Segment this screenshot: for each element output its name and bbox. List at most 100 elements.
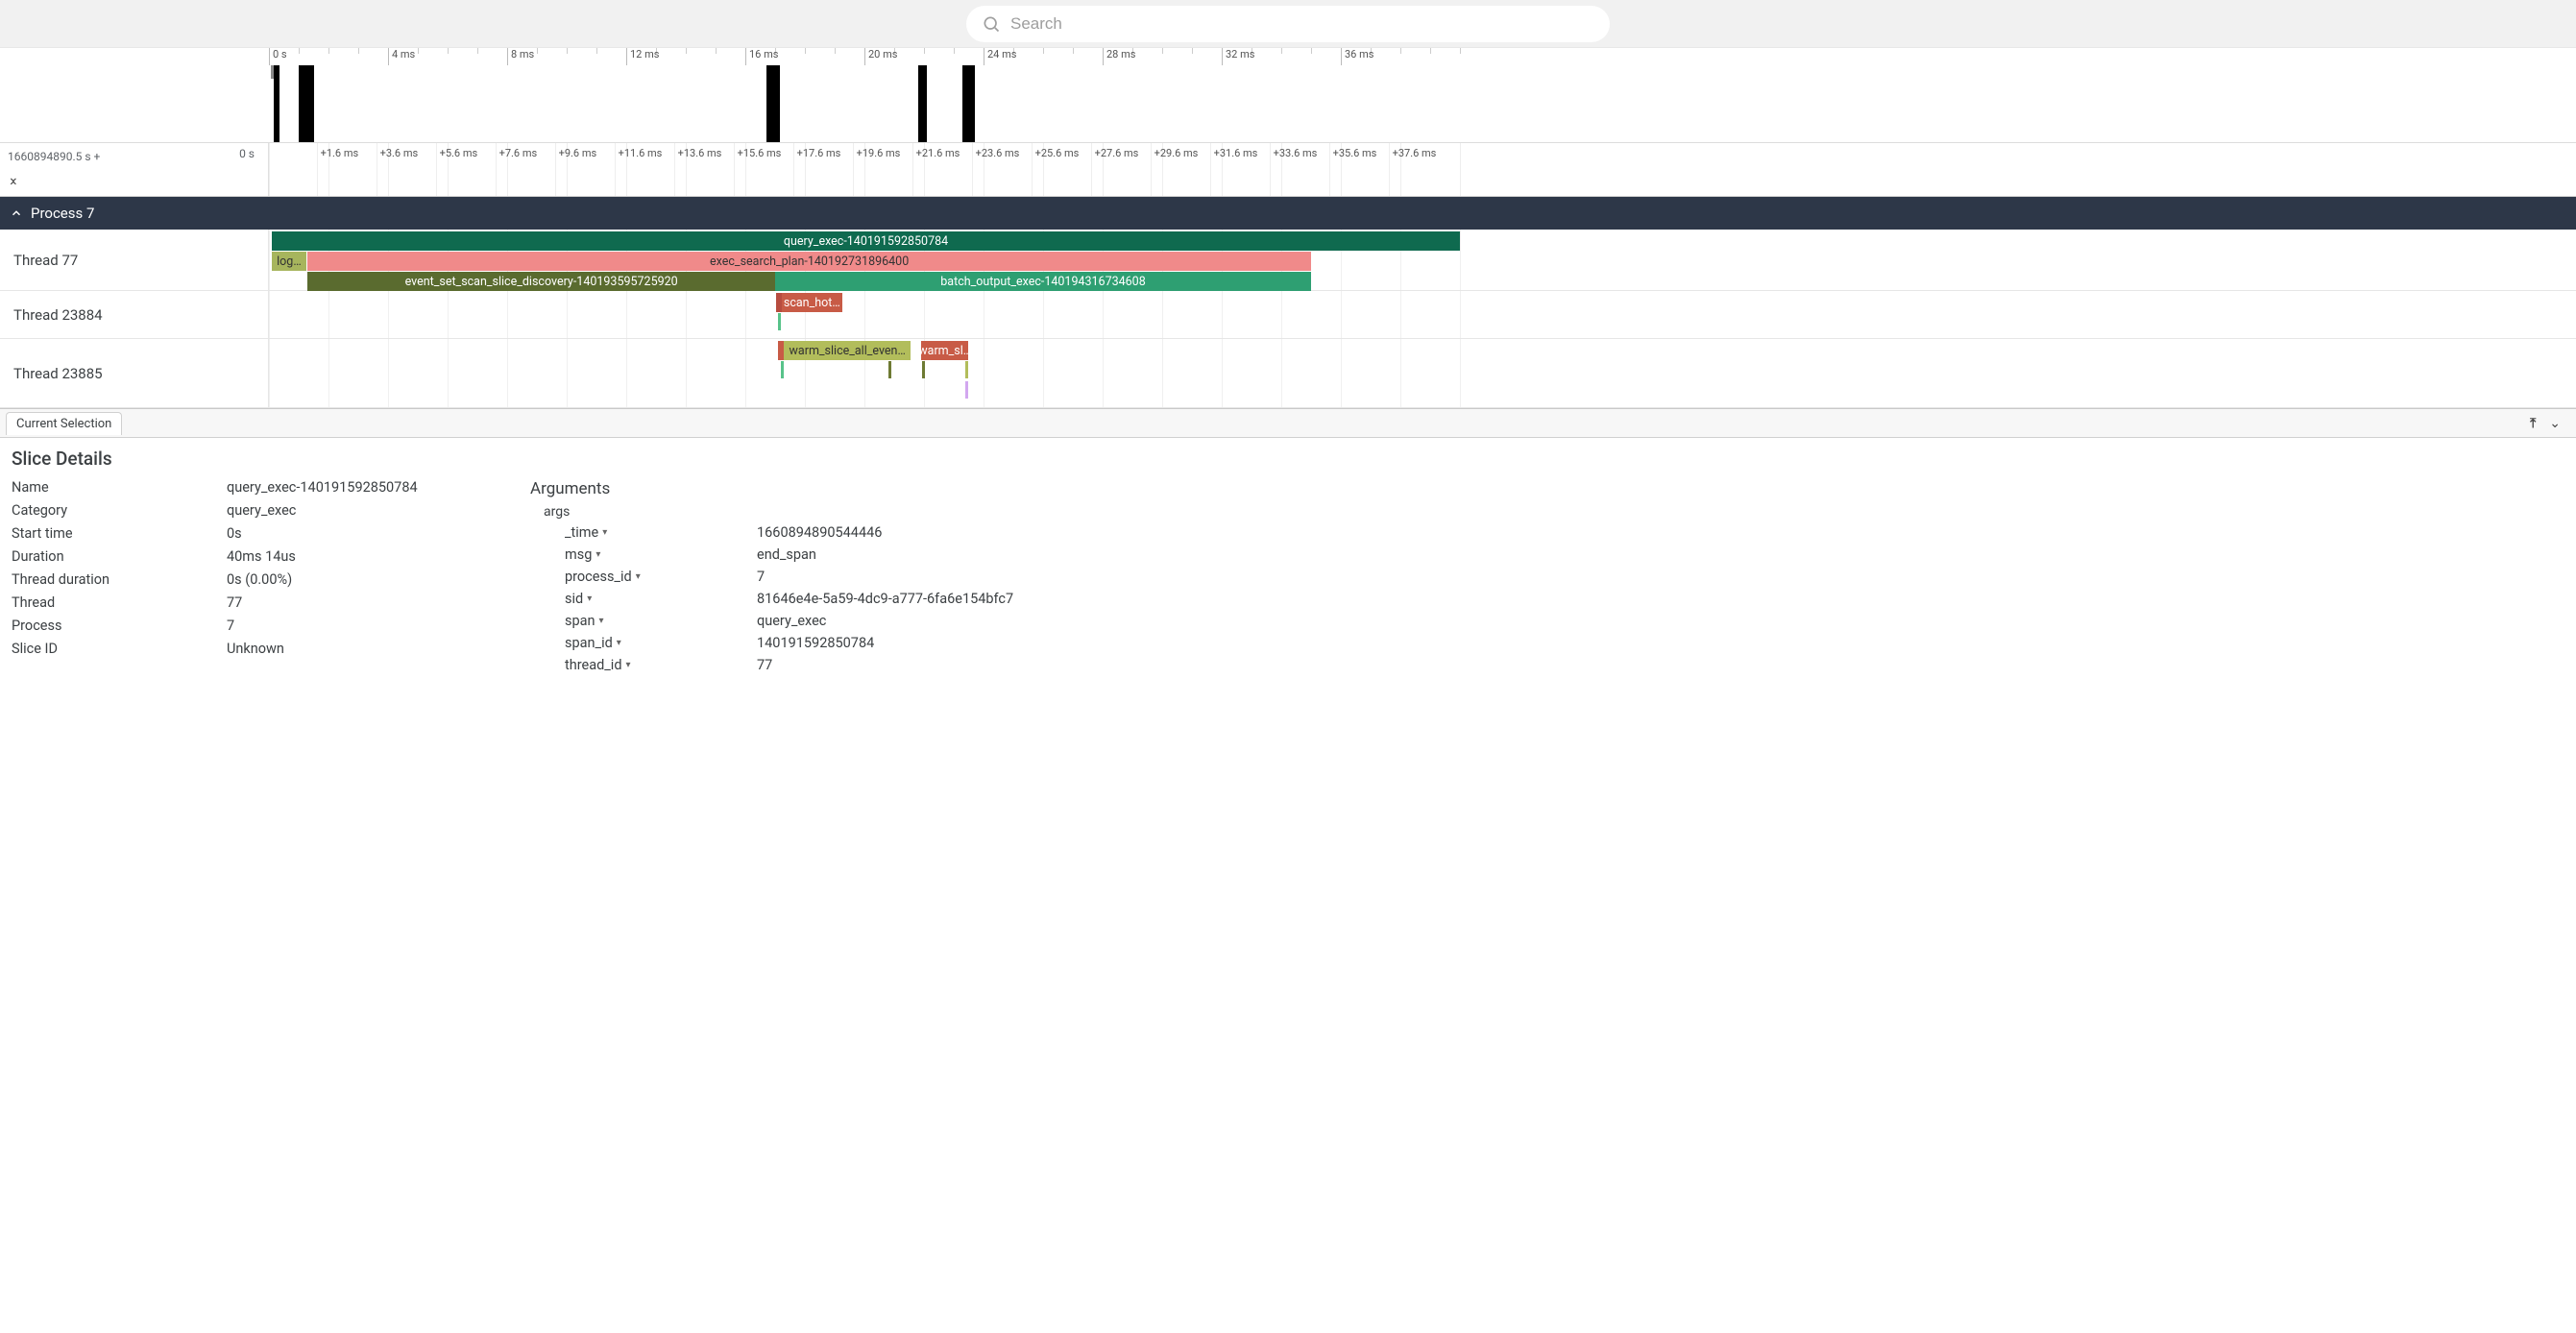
trace-slice[interactable]: log… <box>272 252 306 271</box>
process-header[interactable]: Process 7 <box>0 197 2576 230</box>
fine-tick-label: +5.6 ms <box>440 147 478 159</box>
thread-label[interactable]: Thread 23884 <box>0 291 269 338</box>
thread-row: Thread 23885 warm_slice_all_even… warm_sl… <box>0 339 2576 408</box>
arg-value[interactable]: 140191592850784 <box>757 635 1049 651</box>
chevron-down-icon[interactable]: ⌄ <box>2549 416 2561 431</box>
arg-value[interactable]: 1660894890544446 <box>757 524 1049 541</box>
arg-key[interactable]: msg▾ <box>565 546 757 563</box>
caret-down-icon[interactable]: ▾ <box>617 638 621 648</box>
minimap-block <box>299 65 314 142</box>
fine-ruler[interactable]: 1660894890.5 s + 0 s ⌄ ⌃ +1.6 ms+3.6 ms+… <box>0 143 2576 197</box>
chevron-up-icon[interactable]: ⌃ <box>8 182 260 192</box>
arg-key[interactable]: _time▾ <box>565 524 757 541</box>
chevron-down-icon[interactable]: ⌄ <box>8 173 260 182</box>
arg-value[interactable]: 81646e4e-5a59-4dc9-a777-6fa6e154bfc7 <box>757 591 1049 607</box>
ruler-tick: 8 ms <box>507 48 534 65</box>
detail-key: Category <box>12 502 204 519</box>
trace-slice[interactable]: batch_output_exec-140194316734608 <box>775 272 1311 291</box>
thread-row: Thread 77query_exec-140191592850784log…e… <box>0 230 2576 291</box>
trace-marker[interactable] <box>965 381 968 399</box>
detail-value[interactable]: 40ms 14us <box>227 548 492 565</box>
arg-value[interactable]: 7 <box>757 569 1049 585</box>
fine-tick-label: +11.6 ms <box>619 147 663 159</box>
detail-key: Start time <box>12 525 204 542</box>
caret-down-icon[interactable]: ▾ <box>602 527 607 538</box>
trace-slice[interactable] <box>778 341 784 360</box>
fine-tick-label: +35.6 ms <box>1333 147 1377 159</box>
minimap[interactable] <box>0 65 2576 142</box>
detail-value[interactable]: query_exec-140191592850784 <box>227 479 492 496</box>
detail-key: Name <box>12 479 204 496</box>
ruler-tick: 20 ms <box>864 48 897 65</box>
thread-canvas[interactable]: warm_slice_all_even… warm_sl… <box>269 339 2576 407</box>
fine-tick-label: +33.6 ms <box>1274 147 1318 159</box>
arg-key[interactable]: span_id▾ <box>565 635 757 651</box>
search-box[interactable] <box>966 6 1610 42</box>
fine-ruler-sidebar: 1660894890.5 s + 0 s ⌄ ⌃ <box>0 143 269 196</box>
caret-down-icon[interactable]: ▾ <box>587 594 592 604</box>
arg-value[interactable]: 77 <box>757 657 1049 673</box>
chevron-up-icon[interactable] <box>10 206 23 220</box>
fine-tick-label: +1.6 ms <box>321 147 359 159</box>
fine-origin: 0 s <box>239 147 260 163</box>
trace-slice[interactable]: event_set_scan_slice_discovery-140193595… <box>307 272 775 291</box>
trace-slice[interactable]: warm_sl… <box>921 341 969 360</box>
trace-slice[interactable] <box>776 293 782 312</box>
trace-marker[interactable] <box>888 361 891 378</box>
trace-marker[interactable] <box>781 361 784 378</box>
args-root[interactable]: args <box>530 504 1049 520</box>
minimap-block <box>918 65 927 142</box>
scroll-to-top-icon[interactable]: ⤒ <box>2530 416 2536 431</box>
trace-marker[interactable] <box>922 361 925 378</box>
fine-tick-label: +17.6 ms <box>797 147 841 159</box>
fine-tick-label: +23.6 ms <box>976 147 1020 159</box>
fine-tick-label: +25.6 ms <box>1035 147 1080 159</box>
fine-tick-label: +9.6 ms <box>559 147 597 159</box>
arg-key[interactable]: span▾ <box>565 613 757 629</box>
detail-value[interactable]: query_exec <box>227 502 492 519</box>
caret-down-icon[interactable]: ▾ <box>599 616 604 626</box>
trace-marker[interactable] <box>778 313 781 330</box>
arg-key[interactable]: thread_id▾ <box>565 657 757 673</box>
detail-value[interactable]: Unknown <box>227 641 492 657</box>
detail-value[interactable]: 0s <box>227 525 492 542</box>
thread-canvas[interactable]: query_exec-140191592850784log…exec_searc… <box>269 230 2576 290</box>
fine-tick-label: +21.6 ms <box>916 147 960 159</box>
arg-value[interactable]: query_exec <box>757 613 1049 629</box>
detail-key: Duration <box>12 548 204 565</box>
trace-marker[interactable] <box>965 361 968 378</box>
fine-tick-label: +31.6 ms <box>1214 147 1258 159</box>
minimap-block <box>766 65 780 142</box>
ruler-tick: 12 ms <box>626 48 659 65</box>
detail-value[interactable]: 0s (0.00%) <box>227 571 492 588</box>
fine-tick-label: +29.6 ms <box>1154 147 1199 159</box>
detail-value[interactable]: 77 <box>227 594 492 611</box>
thread-label[interactable]: Thread 77 <box>0 230 269 290</box>
trace-slice[interactable]: query_exec-140191592850784 <box>272 231 1460 251</box>
ruler-tick: 4 ms <box>388 48 415 65</box>
trace-slice[interactable]: exec_search_plan-140192731896400 <box>307 252 1311 271</box>
search-input[interactable] <box>1010 14 1594 34</box>
trace-slice[interactable]: warm_slice_all_even… <box>784 341 911 360</box>
caret-down-icon[interactable]: ▾ <box>626 660 631 670</box>
detail-key: Process <box>12 618 204 634</box>
detail-key: Thread duration <box>12 571 204 588</box>
arg-key[interactable]: sid▾ <box>565 591 757 607</box>
fine-tick-label: +15.6 ms <box>738 147 782 159</box>
details-tabs: Current Selection ⤒ ⌄ <box>0 409 2576 438</box>
search-icon <box>982 14 1001 34</box>
overview-ruler[interactable]: 0 s4 ms8 ms12 ms16 ms20 ms24 ms28 ms32 m… <box>0 48 2576 143</box>
caret-down-icon[interactable]: ▾ <box>636 571 641 582</box>
thread-label[interactable]: Thread 23885 <box>0 339 269 407</box>
thread-canvas[interactable]: scan_hot… <box>269 291 2576 338</box>
fine-tick-label: +19.6 ms <box>857 147 901 159</box>
top-bar <box>0 0 2576 48</box>
trace-slice[interactable]: scan_hot… <box>782 293 842 312</box>
arg-value[interactable]: end_span <box>757 546 1049 563</box>
detail-value[interactable]: 7 <box>227 618 492 634</box>
arg-key[interactable]: process_id▾ <box>565 569 757 585</box>
fine-ruler-track[interactable]: +1.6 ms+3.6 ms+5.6 ms+7.6 ms+9.6 ms+11.6… <box>269 143 2576 196</box>
thread-row: Thread 23884 scan_hot… <box>0 291 2576 339</box>
tab-current-selection[interactable]: Current Selection <box>6 412 122 435</box>
caret-down-icon[interactable]: ▾ <box>595 549 600 560</box>
